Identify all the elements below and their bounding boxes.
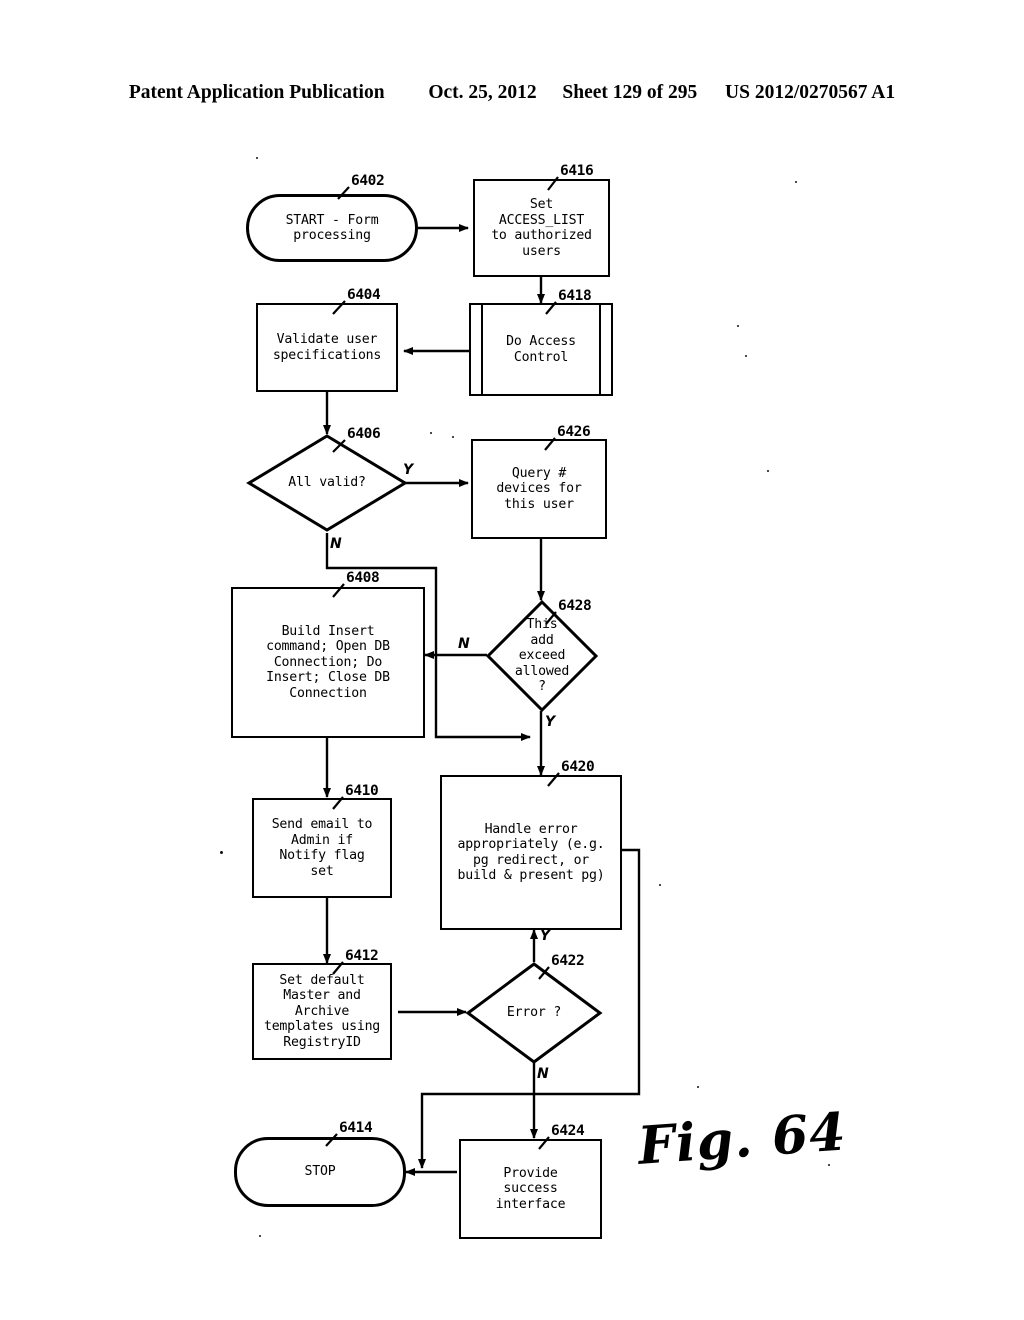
scan-speck — [430, 432, 432, 434]
scan-speck — [452, 436, 454, 438]
branch-label-exceed-no: N — [458, 636, 470, 652]
scan-speck — [659, 884, 661, 886]
scan-speck — [697, 1086, 699, 1088]
branch-label-error-yes: Y — [540, 928, 551, 944]
scan-speck — [256, 157, 258, 159]
patent-drawing-sheet: Patent Application Publication Oct. 25, … — [0, 0, 1024, 1320]
scan-speck — [828, 1164, 830, 1166]
branch-label-error-no: N — [537, 1066, 549, 1082]
branch-label-all-valid-yes: Y — [403, 462, 414, 478]
branch-label-exceed-yes: Y — [545, 714, 556, 730]
scan-speck — [259, 1235, 261, 1237]
scan-speck — [745, 355, 747, 357]
scan-speck — [767, 470, 769, 472]
branch-label-all-valid-no: N — [330, 536, 342, 552]
scan-speck — [220, 851, 223, 854]
scan-speck — [737, 325, 739, 327]
scan-speck — [795, 181, 797, 183]
leader-6424 — [538, 1136, 550, 1150]
